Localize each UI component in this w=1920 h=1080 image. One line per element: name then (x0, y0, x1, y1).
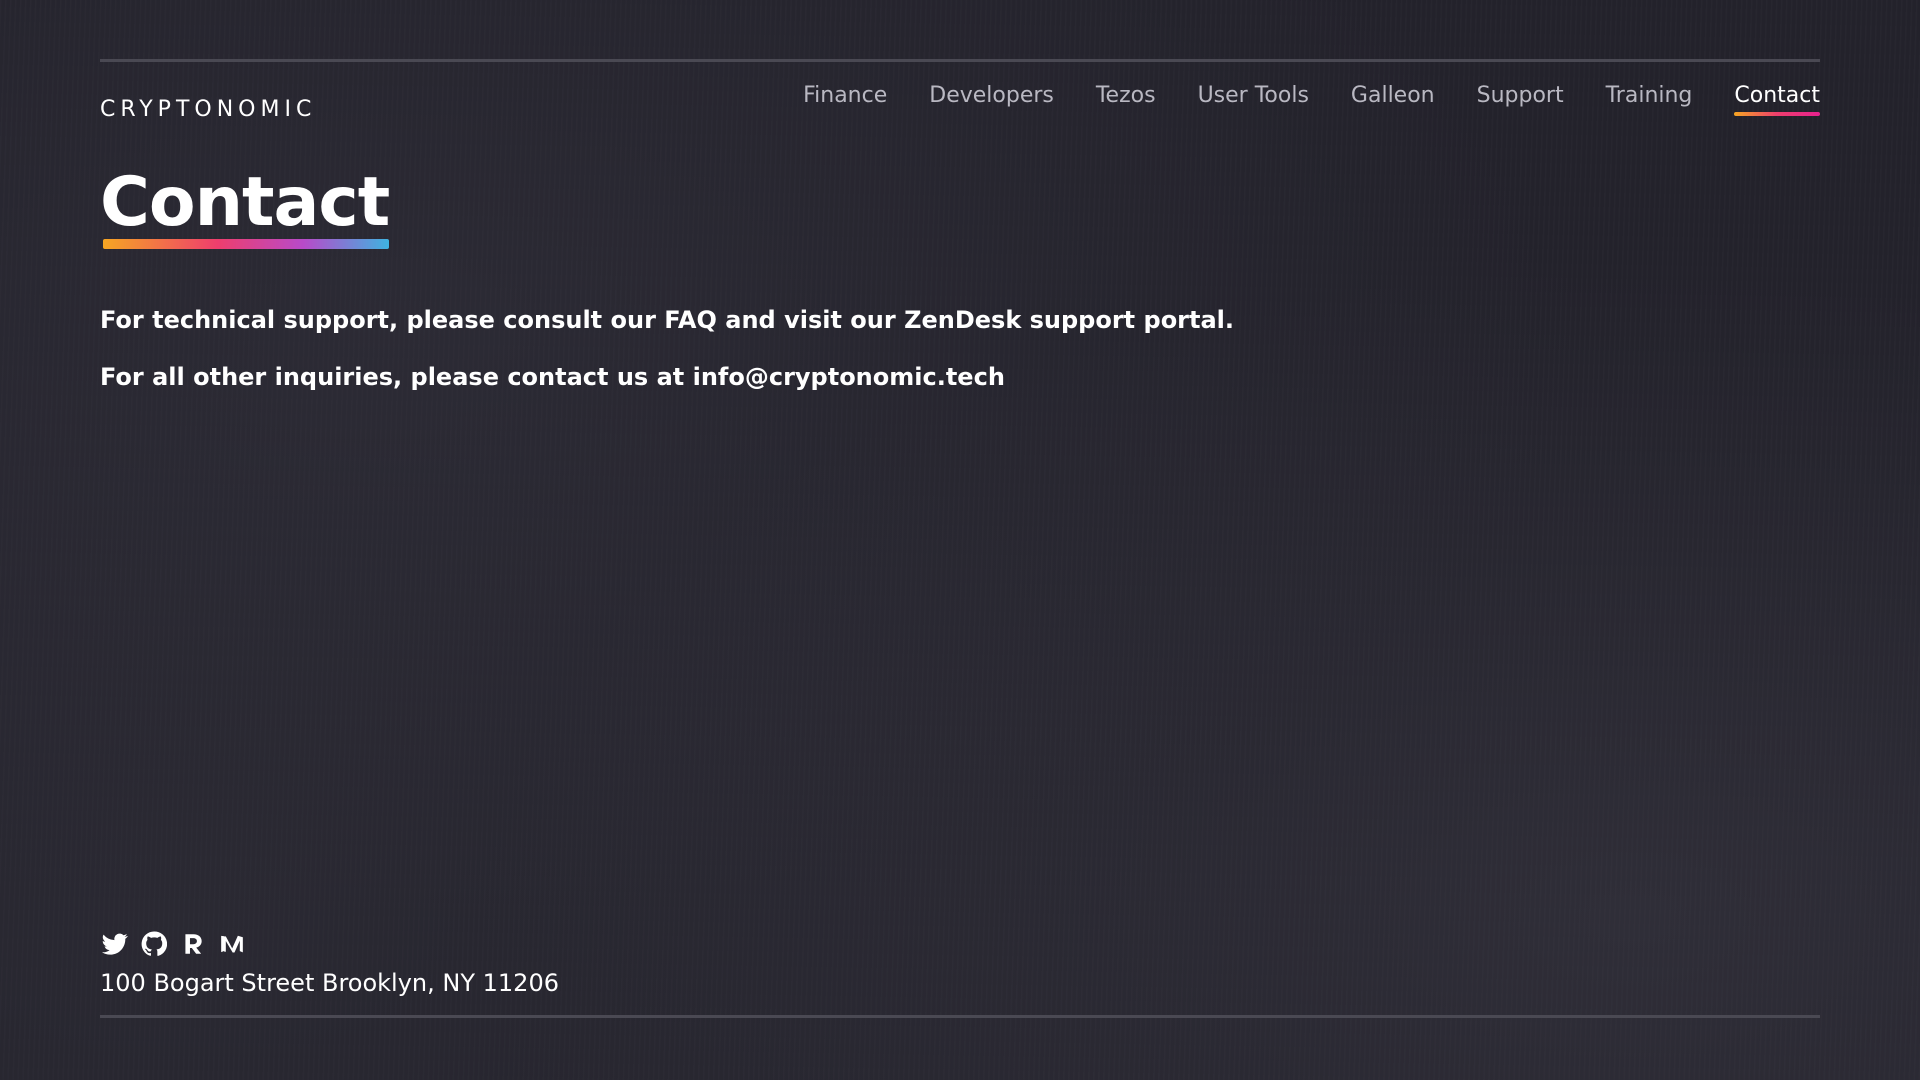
faq-link[interactable]: FAQ (664, 306, 717, 334)
logo[interactable]: CRYPTONOMIC (100, 97, 316, 122)
support-text-middle: and visit our (716, 306, 905, 334)
header-divider (100, 59, 1820, 62)
inquiries-text-prefix: For all other inquiries, please contact … (100, 363, 693, 391)
nav-item-training[interactable]: Training (1606, 83, 1693, 116)
address: 100 Bogart Street Brooklyn, NY 11206 (100, 969, 559, 997)
nav-item-support[interactable]: Support (1477, 83, 1564, 116)
riot-icon[interactable] (178, 930, 207, 959)
medium-icon[interactable] (217, 930, 246, 959)
footer-divider (100, 1015, 1820, 1018)
contact-content: For technical support, please consult ou… (100, 305, 1500, 419)
support-paragraph: For technical support, please consult ou… (100, 305, 1500, 335)
email-link[interactable]: info@cryptonomic.tech (693, 363, 1005, 391)
footer: 100 Bogart Street Brooklyn, NY 11206 (100, 929, 559, 997)
nav-item-user-tools[interactable]: User Tools (1198, 83, 1309, 116)
page-title: Contact (100, 169, 390, 249)
nav-item-tezos[interactable]: Tezos (1096, 83, 1156, 116)
social-links (100, 929, 559, 959)
page-title-text: Contact (100, 163, 390, 242)
support-text-suffix: . (1224, 306, 1235, 334)
main-nav: Finance Developers Tezos User Tools Gall… (761, 83, 1820, 116)
nav-item-finance[interactable]: Finance (803, 83, 887, 116)
support-text-prefix: For technical support, please consult ou… (100, 306, 665, 334)
page-title-underline (103, 239, 390, 249)
github-icon[interactable] (139, 930, 168, 959)
inquiries-paragraph: For all other inquiries, please contact … (100, 362, 1500, 392)
nav-item-galleon[interactable]: Galleon (1351, 83, 1435, 116)
page-title-block: Contact (100, 169, 390, 249)
zendesk-link[interactable]: ZenDesk support portal (904, 306, 1225, 334)
nav-item-contact[interactable]: Contact (1734, 83, 1820, 116)
page-frame: CRYPTONOMIC Finance Developers Tezos Use… (100, 59, 1820, 1019)
twitter-icon[interactable] (100, 930, 129, 959)
nav-item-developers[interactable]: Developers (929, 83, 1054, 116)
